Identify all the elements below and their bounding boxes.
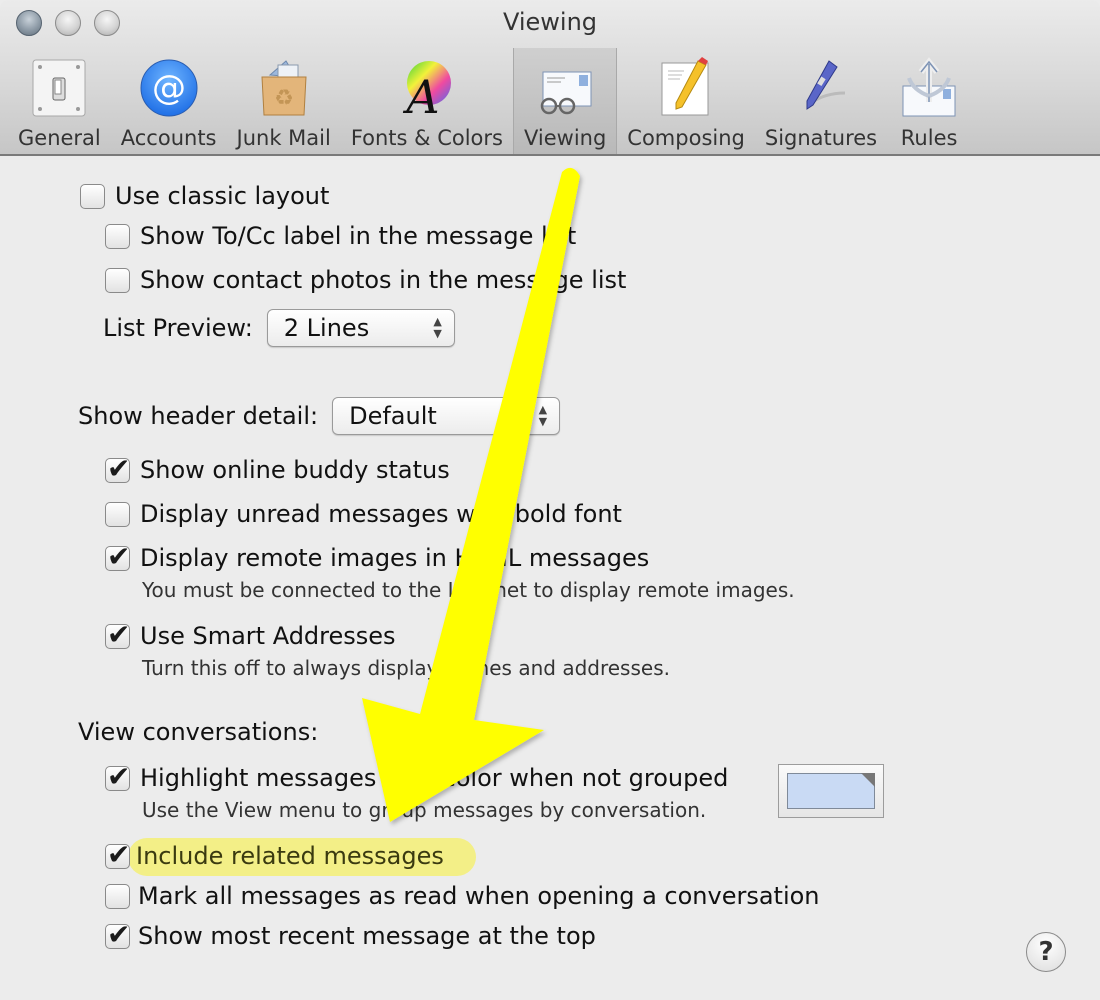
- junk-bag-icon: ♻: [252, 56, 316, 120]
- remote-images-note: You must be connected to the Internet to…: [142, 578, 795, 602]
- window-title: Viewing: [502, 8, 598, 36]
- include-related-option[interactable]: Include related messages: [105, 838, 444, 871]
- svg-text:A: A: [402, 70, 439, 119]
- highlight-color-well[interactable]: [778, 764, 884, 818]
- show-to-cc-label: Show To/Cc label in the message list: [140, 222, 577, 250]
- tab-viewing-label: Viewing: [523, 126, 607, 150]
- smart-addresses-checkbox[interactable]: [105, 618, 130, 651]
- remote-images-checkbox[interactable]: [105, 540, 130, 573]
- mark-read-option[interactable]: Mark all messages as read when opening a…: [105, 882, 820, 910]
- pen-icon: [789, 56, 853, 120]
- glasses-letter-icon: [533, 56, 597, 120]
- highlight-color-checkbox[interactable]: [105, 760, 130, 793]
- list-preview-label: List Preview:: [103, 314, 253, 342]
- show-contact-photos-option[interactable]: Show contact photos in the message list: [105, 266, 626, 294]
- show-buddy-status-label: Show online buddy status: [140, 456, 450, 484]
- tab-general-label: General: [18, 126, 101, 150]
- tab-composing[interactable]: Composing: [617, 48, 755, 154]
- font-color-wheel-icon: A: [395, 56, 459, 120]
- mark-read-label: Mark all messages as read when opening a…: [138, 882, 820, 910]
- header-detail-select[interactable]: Default ▲ ▼: [332, 397, 561, 435]
- include-related-checkbox[interactable]: [105, 838, 130, 871]
- tab-rules-label: Rules: [900, 126, 958, 150]
- most-recent-top-label: Show most recent message at the top: [138, 922, 596, 950]
- tab-signatures[interactable]: Signatures: [755, 48, 887, 154]
- tab-viewing[interactable]: Viewing: [512, 48, 618, 154]
- view-conversations-heading: View conversations:: [78, 718, 318, 746]
- show-buddy-status-option[interactable]: Show online buddy status: [105, 452, 450, 485]
- svg-text:♻: ♻: [274, 86, 294, 111]
- pencil-paper-icon: [654, 56, 718, 120]
- tab-composing-label: Composing: [627, 126, 745, 150]
- remote-images-option[interactable]: Display remote images in HTML messages: [105, 540, 650, 573]
- use-classic-layout-checkbox[interactable]: [80, 183, 105, 209]
- title-bar: Viewing General @ Accounts ♻ Junk Mail A…: [0, 0, 1100, 156]
- use-classic-layout-label: Use classic layout: [115, 182, 330, 210]
- tab-rules[interactable]: Rules: [887, 48, 971, 154]
- list-preview-select[interactable]: 2 Lines ▲ ▼: [266, 309, 455, 347]
- svg-text:@: @: [152, 68, 186, 108]
- show-buddy-status-checkbox[interactable]: [105, 452, 130, 485]
- highlight-color-label: Highlight messages with color when not g…: [140, 764, 729, 792]
- tab-fonts-colors-label: Fonts & Colors: [350, 126, 503, 150]
- help-button[interactable]: ?: [1026, 932, 1066, 972]
- show-to-cc-option[interactable]: Show To/Cc label in the message list: [105, 222, 576, 250]
- most-recent-top-option[interactable]: Show most recent message at the top: [105, 918, 596, 951]
- bold-unread-option[interactable]: Display unread messages with bold font: [105, 500, 622, 528]
- most-recent-top-checkbox[interactable]: [105, 918, 130, 951]
- show-contact-photos-checkbox[interactable]: [105, 267, 130, 293]
- tab-signatures-label: Signatures: [764, 126, 878, 150]
- mark-read-checkbox[interactable]: [105, 883, 130, 909]
- at-sign-icon: @: [137, 56, 201, 120]
- light-switch-icon: [27, 56, 91, 120]
- rules-arrows-icon: [897, 56, 961, 120]
- view-conversations-label: View conversations:: [78, 718, 319, 746]
- remote-images-label: Display remote images in HTML messages: [140, 544, 650, 572]
- tab-general[interactable]: General: [8, 48, 111, 154]
- tab-accounts[interactable]: @ Accounts: [111, 48, 227, 154]
- bold-unread-label: Display unread messages with bold font: [140, 500, 622, 528]
- show-to-cc-checkbox[interactable]: [105, 223, 130, 249]
- preferences-window: Viewing General @ Accounts ♻ Junk Mail A…: [0, 0, 1100, 1000]
- list-preview-value: 2 Lines: [283, 314, 370, 342]
- smart-addresses-label: Use Smart Addresses: [140, 622, 396, 650]
- highlight-color-swatch: [787, 773, 875, 809]
- smart-addresses-note: Turn this off to always display names an…: [142, 656, 670, 680]
- list-preview-row: List Preview: 2 Lines ▲ ▼: [103, 309, 455, 347]
- tab-junk-mail[interactable]: ♻ Junk Mail: [227, 48, 341, 154]
- stepper-arrows-icon: ▲ ▼: [433, 315, 442, 340]
- include-related-label: Include related messages: [136, 842, 444, 870]
- highlight-color-note: Use the View menu to group messages by c…: [142, 798, 707, 822]
- stepper-arrows-icon: ▲ ▼: [538, 403, 548, 428]
- bold-unread-checkbox[interactable]: [105, 501, 130, 527]
- preferences-toolbar: General @ Accounts ♻ Junk Mail A Fonts &…: [8, 48, 971, 154]
- help-icon: ?: [1038, 937, 1054, 967]
- tab-accounts-label: Accounts: [120, 126, 217, 150]
- header-detail-label: Show header detail:: [78, 402, 319, 430]
- tab-junk-mail-label: Junk Mail: [236, 126, 331, 150]
- highlight-color-option[interactable]: Highlight messages with color when not g…: [105, 760, 729, 793]
- header-detail-row: Show header detail: Default ▲ ▼: [78, 397, 561, 435]
- use-classic-layout-option[interactable]: Use classic layout: [80, 182, 329, 210]
- smart-addresses-option[interactable]: Use Smart Addresses: [105, 618, 396, 651]
- show-contact-photos-label: Show contact photos in the message list: [140, 266, 627, 294]
- header-detail-value: Default: [349, 402, 437, 430]
- viewing-pane: Use classic layout Show To/Cc label in t…: [0, 158, 1100, 1000]
- tab-fonts-colors[interactable]: A Fonts & Colors: [341, 48, 513, 154]
